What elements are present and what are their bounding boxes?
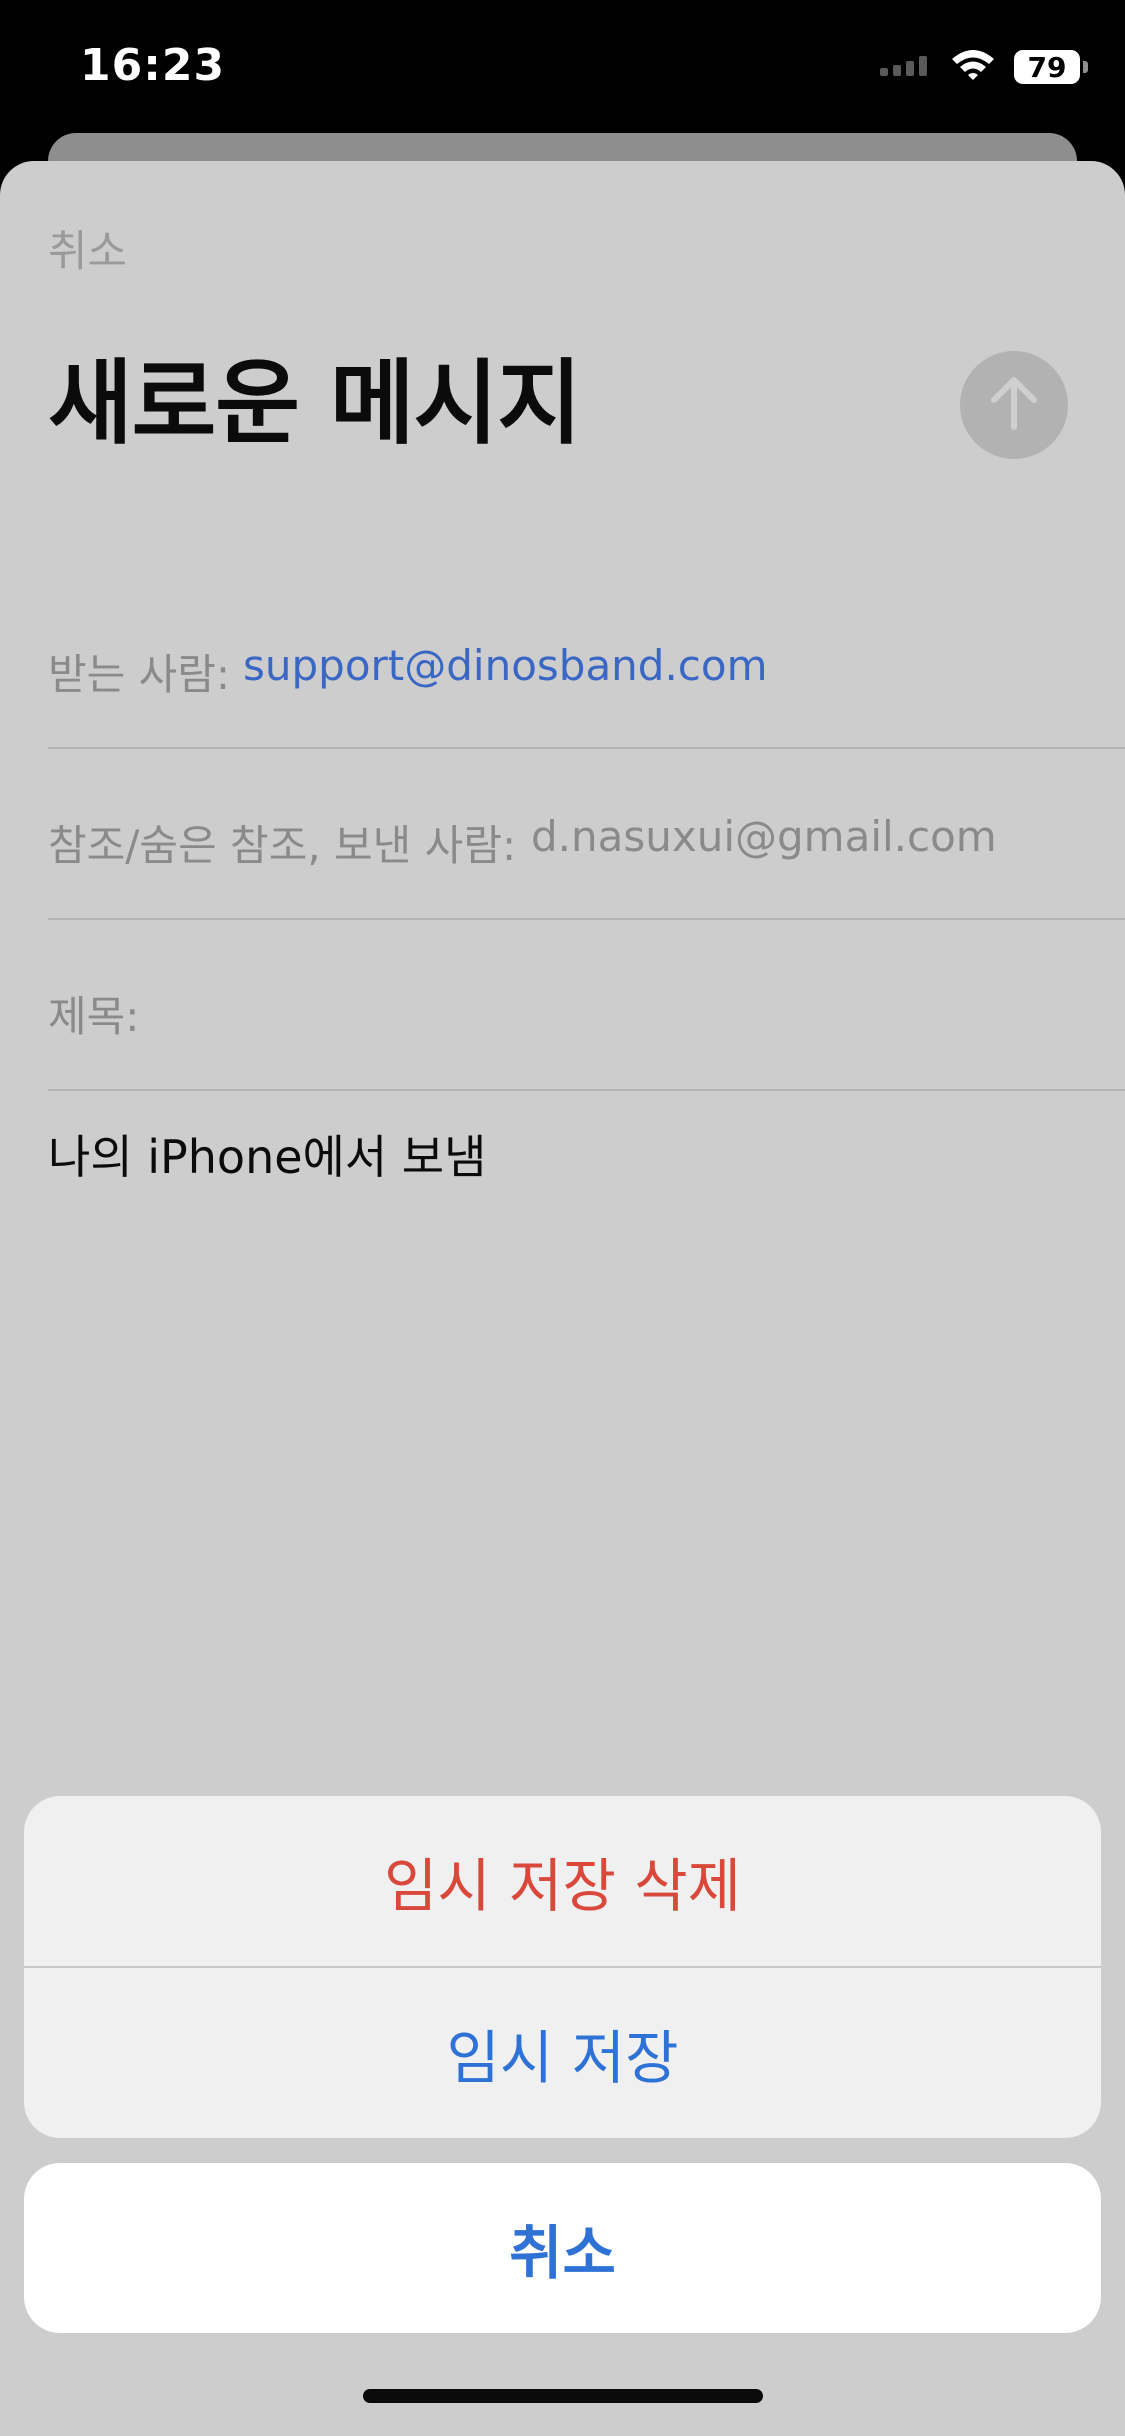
battery-level: 79: [1027, 50, 1067, 84]
compose-title: 새로운 메시지: [48, 350, 582, 457]
home-indicator[interactable]: [363, 2389, 763, 2403]
save-draft-button[interactable]: 임시 저장: [24, 1968, 1101, 2138]
body-signature[interactable]: 나의 iPhone에서 보냄: [48, 1121, 486, 1187]
action-cancel-button[interactable]: 취소: [24, 2163, 1101, 2333]
to-recipient[interactable]: support@dinosband.com: [243, 641, 768, 690]
send-button[interactable]: [960, 351, 1068, 459]
subject-label: 제목:: [48, 992, 140, 1041]
subject-field[interactable]: 제목:: [48, 921, 1125, 1091]
wifi-icon: [950, 48, 996, 86]
battery-tip: [1083, 61, 1088, 73]
arrow-up-icon: [988, 375, 1040, 435]
cc-from-label: 참조/숨은 참조, 보낸 사람:: [48, 821, 517, 870]
status-time: 16:23: [80, 40, 226, 91]
status-icons: 79: [880, 48, 1088, 86]
status-bar: 16:23 79: [0, 0, 1125, 135]
cellular-signal-icon: [880, 53, 932, 81]
delete-draft-button[interactable]: 임시 저장 삭제: [24, 1796, 1101, 1966]
to-field[interactable]: 받는 사람: support@dinosband.com: [48, 579, 1125, 749]
action-sheet: 임시 저장 삭제 임시 저장: [24, 1796, 1101, 2138]
cc-from-field[interactable]: 참조/숨은 참조, 보낸 사람: d.nasuxui@gmail.com: [48, 750, 1125, 920]
to-label: 받는 사람:: [48, 650, 231, 699]
screen: 16:23 79 취소 새로운 메시지 받는 사람: support@dinos…: [0, 0, 1125, 2436]
compose-cancel-button[interactable]: 취소: [48, 217, 127, 279]
battery-icon: 79: [1014, 50, 1088, 84]
from-address[interactable]: d.nasuxui@gmail.com: [531, 812, 997, 861]
